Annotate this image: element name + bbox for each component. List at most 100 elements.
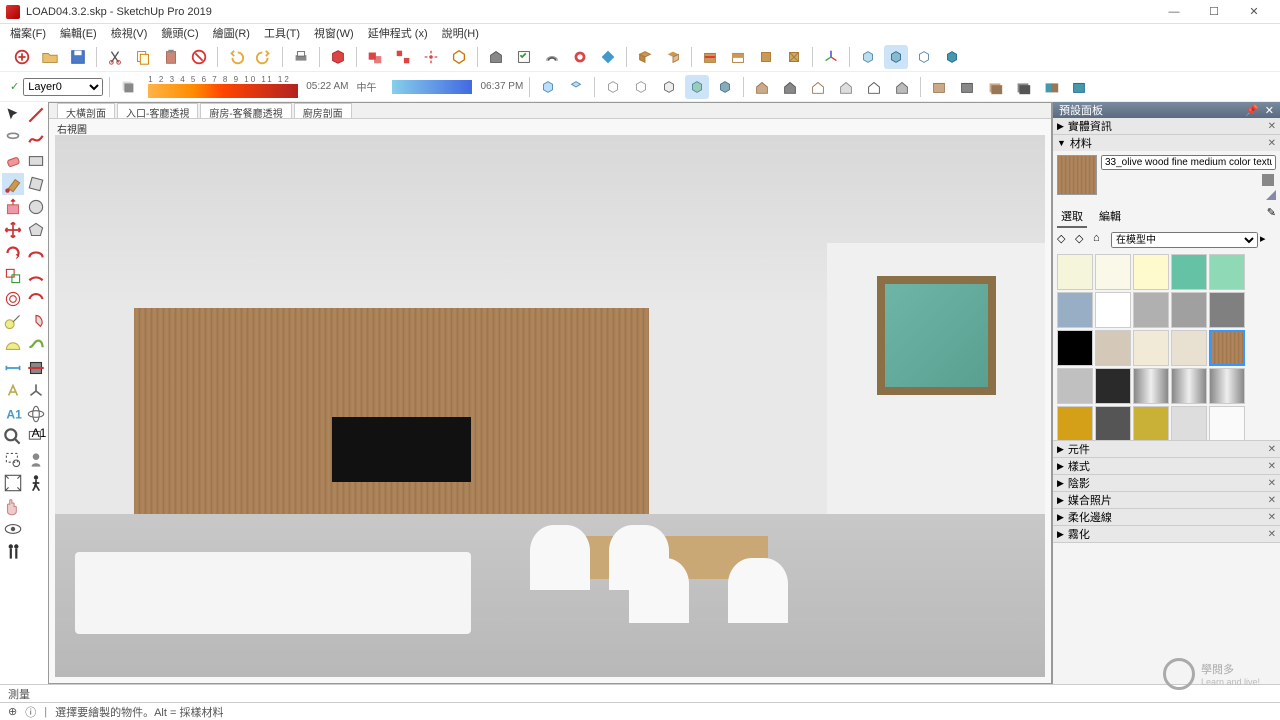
collapsed-section[interactable]: ▶媒合照片✕ [1053,492,1280,508]
offset-tool-icon[interactable] [2,288,24,310]
material-swatch[interactable] [1133,330,1169,366]
create-material-icon[interactable] [1260,172,1276,188]
rectangle-tool-icon[interactable] [25,150,47,172]
close-icon[interactable]: ✕ [1268,138,1276,149]
close-icon[interactable]: ✕ [1268,529,1276,540]
entity-info-section[interactable]: ▶實體資訊✕ [1053,118,1280,134]
walk-icon[interactable] [25,472,47,494]
material-swatch[interactable] [1095,368,1131,404]
material-swatch[interactable] [1057,254,1093,290]
3dwarehouse-icon[interactable] [540,45,564,69]
position-camera-icon[interactable] [25,449,47,471]
material-swatch[interactable] [1209,406,1245,440]
axes-icon[interactable] [819,45,843,69]
pan-icon[interactable] [2,495,24,517]
material-swatch[interactable] [1171,292,1207,328]
box5-icon[interactable] [1039,75,1063,99]
walk-tool-icon[interactable] [2,541,24,563]
material-swatch[interactable] [1209,368,1245,404]
close-icon[interactable]: ✕ [1268,512,1276,523]
style4-icon[interactable] [685,75,709,99]
move-tool-icon[interactable] [2,219,24,241]
shadow-toggle-icon[interactable] [116,75,140,99]
tray-close-icon[interactable]: ✕ [1265,104,1274,117]
circle-tool-icon[interactable] [25,196,47,218]
undo-icon[interactable] [224,45,248,69]
open-icon[interactable] [38,45,62,69]
lasso-tool-icon[interactable] [2,127,24,149]
collapsed-section[interactable]: ▶樣式✕ [1053,458,1280,474]
style5-icon[interactable] [713,75,737,99]
materials-section[interactable]: ▼材料✕ [1053,135,1280,151]
style3-icon[interactable] [657,75,681,99]
material-swatch[interactable] [1133,368,1169,404]
scene-tab[interactable]: 入口-客廳透視 [117,103,198,118]
material-swatch[interactable] [1209,330,1245,366]
box2-icon[interactable] [955,75,979,99]
house3-icon[interactable] [806,75,830,99]
protractor-icon[interactable] [2,334,24,356]
label-icon[interactable]: A1 [25,426,47,448]
outer-shell-icon[interactable] [447,45,471,69]
material-swatch[interactable] [1209,254,1245,290]
pushpull-tool-icon[interactable] [2,196,24,218]
eyedropper-icon[interactable]: ✎ [1267,206,1276,228]
layer-selector[interactable]: ✓ Layer0 [10,78,103,96]
house5-icon[interactable] [862,75,886,99]
section-icon[interactable] [698,45,722,69]
zoom-window-icon[interactable] [2,449,24,471]
paste-icon[interactable] [159,45,183,69]
material-swatch[interactable] [1095,330,1131,366]
house4-icon[interactable] [834,75,858,99]
3dtext-icon[interactable]: A1 [2,403,24,425]
menu-tools[interactable]: 工具(T) [258,24,306,42]
material-scope-dropdown[interactable]: 在模型中 [1111,232,1258,248]
house6-icon[interactable] [890,75,914,99]
copy-icon[interactable] [131,45,155,69]
collapsed-section[interactable]: ▶陰影✕ [1053,475,1280,491]
menu-window[interactable]: 視窗(W) [308,24,360,42]
close-icon[interactable]: ✕ [1268,121,1276,132]
cut-icon[interactable] [103,45,127,69]
menu-extensions[interactable]: 延伸程式 (x) [362,24,434,42]
extension-manager-icon[interactable] [596,45,620,69]
shadow-time-slider[interactable]: 1 2 3 4 5 6 7 8 9 10 11 12 05:22 AM 中午 0… [148,75,523,98]
material-swatch[interactable] [1057,292,1093,328]
material-swatch[interactable] [1171,254,1207,290]
close-button[interactable]: ✕ [1234,2,1274,22]
collapsed-section[interactable]: ▶元件✕ [1053,441,1280,457]
material-swatch[interactable] [1057,330,1093,366]
material-swatch[interactable] [1171,406,1207,440]
maximize-button[interactable]: ☐ [1194,2,1234,22]
material-name-input[interactable] [1101,155,1276,170]
select-tab[interactable]: 選取 [1057,206,1087,228]
material-swatch[interactable] [1057,406,1093,440]
view-top-icon[interactable] [564,75,588,99]
close-icon[interactable]: ✕ [1268,478,1276,489]
material-swatch[interactable] [1095,254,1131,290]
explode-icon[interactable] [419,45,443,69]
close-icon[interactable]: ✕ [1268,444,1276,455]
text-tool-icon[interactable] [2,380,24,402]
ungroup-icon[interactable] [391,45,415,69]
box4-icon[interactable] [1011,75,1035,99]
dimension-icon[interactable] [2,357,24,379]
redo-icon[interactable] [252,45,276,69]
viewport[interactable]: 大橫剖面 入口-客廳透視 廚房-客餐廳透視 廚房剖面 右視圖 [48,102,1052,684]
collapsed-section[interactable]: ▶柔化邊線✕ [1053,509,1280,525]
look-around-icon[interactable] [2,518,24,540]
material-swatch[interactable] [1057,368,1093,404]
select-tool-icon[interactable] [2,104,24,126]
menu-edit[interactable]: 編輯(E) [54,24,103,42]
tray-header[interactable]: 預設面板 📌✕ [1053,102,1280,118]
print-icon[interactable] [289,45,313,69]
scene-tab[interactable]: 廚房剖面 [294,103,352,118]
extension-warehouse-icon[interactable] [568,45,592,69]
hidden-line-icon[interactable] [940,45,964,69]
current-material-swatch[interactable] [1057,155,1097,195]
section-display-icon[interactable] [726,45,750,69]
style2-icon[interactable] [629,75,653,99]
material-swatch[interactable] [1095,406,1131,440]
material-swatch[interactable] [1171,368,1207,404]
material-swatch[interactable] [1171,330,1207,366]
